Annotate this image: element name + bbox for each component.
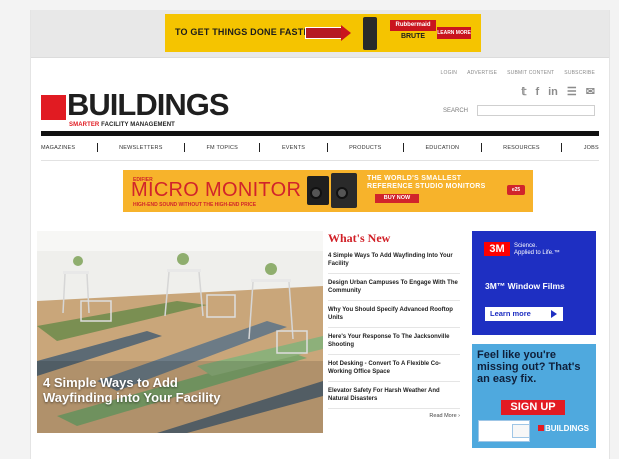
search-input[interactable]	[477, 105, 595, 116]
list-item[interactable]: Design Urban Campuses To Engage With The…	[328, 279, 460, 301]
arrow-right-icon	[341, 25, 351, 41]
speaker-image	[307, 176, 329, 205]
nav-rule-bottom	[41, 160, 599, 161]
search-label: SEARCH	[443, 108, 469, 114]
top-ad-product-image	[363, 17, 377, 50]
read-more-link[interactable]: Read More ›	[328, 413, 460, 419]
sign-up-button[interactable]: SIGN UP	[501, 400, 565, 415]
top-ad-brand-main: BRUTE	[400, 33, 426, 40]
top-ad-arrow-bar	[305, 27, 343, 39]
3m-slogan-line2: Applied to Life.™	[514, 250, 560, 256]
hero-caption[interactable]: 4 Simple Ways to Add Wayfinding into You…	[43, 375, 223, 405]
site-logo[interactable]: BUILDINGS	[67, 89, 229, 121]
main-nav: MAGAZINES NEWSLETTERS FM TOPICS EVENTS P…	[41, 143, 599, 152]
nav-item-education[interactable]: EDUCATION	[425, 145, 459, 151]
3m-learn-more-label: Learn more	[490, 309, 531, 318]
nav-divider	[259, 143, 261, 152]
list-item[interactable]: Here's Your Response To The Jacksonville…	[328, 333, 460, 355]
speaker-cone-icon	[310, 187, 322, 199]
3m-product-name: 3M™ Window Films	[485, 281, 565, 291]
signup-ad-logo: BUILDINGS	[538, 424, 589, 433]
list-item[interactable]: Elevator Safety For Harsh Weather And Na…	[328, 387, 460, 409]
nav-divider	[96, 143, 98, 152]
mm-ad-subtitle: HIGH-END SOUND WITHOUT THE HIGH-END PRIC…	[133, 202, 257, 208]
facebook-icon[interactable]: f	[535, 86, 539, 98]
logo-tagline-highlight: SMARTER	[69, 122, 100, 128]
3m-slogan-line1: Science.	[514, 243, 538, 249]
list-item[interactable]: 4 Simple Ways To Add Wayfinding Into You…	[328, 252, 460, 274]
mm-ad-buy-button[interactable]: BUY NOW	[375, 194, 419, 203]
newsletter-signup-ad[interactable]: Feel like you're missing out? That's an …	[472, 344, 596, 448]
logo-tagline-rest: FACILITY MANAGEMENT	[101, 122, 175, 128]
nav-item-magazines[interactable]: MAGAZINES	[41, 145, 75, 151]
tablet-image	[512, 424, 530, 438]
utility-nav: LOGIN ADVERTISE SUBMIT CONTENT SUBSCRIBE	[441, 70, 595, 76]
top-ad-text: TO GET THINGS DONE FASTER	[175, 27, 317, 37]
nav-item-products[interactable]: PRODUCTS	[349, 145, 381, 151]
rss-icon[interactable]: ☰	[567, 86, 577, 98]
logo-mark[interactable]	[41, 95, 66, 120]
top-ad-band: TO GET THINGS DONE FASTER Rubbermaid BRU…	[31, 10, 609, 58]
3m-logo: 3M	[484, 242, 510, 256]
play-arrow-icon	[551, 310, 557, 318]
signup-ad-headline: Feel like you're missing out? That's an …	[477, 349, 581, 385]
nav-divider	[480, 143, 482, 152]
whats-new-list: 4 Simple Ways To Add Wayfinding Into You…	[328, 252, 460, 409]
nav-divider	[402, 143, 404, 152]
top-ad-brand-top: Rubbermaid	[390, 20, 436, 31]
nav-item-jobs[interactable]: JOBS	[584, 145, 599, 151]
linkedin-icon[interactable]: in	[548, 86, 558, 98]
speaker-image	[331, 173, 357, 208]
3m-slogan: Science. Applied to Life.™	[514, 243, 560, 257]
social-icons: 𝕥 f in ☰ ✉	[521, 86, 595, 98]
page: TO GET THINGS DONE FASTER Rubbermaid BRU…	[30, 10, 610, 459]
nav-divider	[561, 143, 563, 152]
top-ad-cta-button[interactable]: LEARN MORE	[437, 27, 471, 39]
3m-window-films-ad[interactable]: 3M Science. Applied to Life.™ 3M™ Window…	[472, 231, 596, 335]
signup-ad-logo-text: BUILDINGS	[545, 424, 589, 433]
nav-item-newsletters[interactable]: NEWSLETTERS	[119, 145, 162, 151]
3m-learn-more-button[interactable]: Learn more	[485, 307, 563, 321]
whats-new-section: What's New 4 Simple Ways To Add Wayfindi…	[328, 231, 460, 419]
util-link-advertise[interactable]: ADVERTISE	[467, 70, 497, 76]
whats-new-heading: What's New	[328, 231, 391, 245]
nav-item-resources[interactable]: RESOURCES	[503, 145, 540, 151]
top-ad-brand: Rubbermaid BRUTE	[390, 20, 436, 41]
util-link-subscribe[interactable]: SUBSCRIBE	[564, 70, 595, 76]
list-item[interactable]: Hot Desking - Convert To A Flexible Co-W…	[328, 360, 460, 382]
nav-divider	[326, 143, 328, 152]
micro-monitor-ad[interactable]: EDIFIER MICRO MONITOR HIGH-END SOUND WIT…	[123, 170, 533, 212]
top-banner-ad[interactable]: TO GET THINGS DONE FASTER Rubbermaid BRU…	[165, 14, 481, 52]
main-nav-rule	[41, 131, 599, 136]
mm-ad-title: MICRO MONITOR	[131, 179, 302, 201]
hero-feature[interactable]: 4 Simple Ways to Add Wayfinding into You…	[37, 231, 323, 433]
speaker-cone-icon	[336, 187, 348, 199]
util-link-login[interactable]: LOGIN	[441, 70, 458, 76]
mm-ad-logo: e25	[507, 185, 525, 195]
nav-divider	[184, 143, 186, 152]
twitter-icon[interactable]: 𝕥	[521, 86, 526, 98]
logo-tagline: SMARTER FACILITY MANAGEMENT	[69, 122, 175, 128]
email-icon[interactable]: ✉	[586, 86, 595, 98]
list-item[interactable]: Why You Should Specify Advanced Rooftop …	[328, 306, 460, 328]
util-link-submit-content[interactable]: SUBMIT CONTENT	[507, 70, 554, 76]
mm-ad-tagline: THE WORLD'S SMALLEST REFERENCE STUDIO MO…	[367, 175, 486, 190]
nav-item-fm-topics[interactable]: FM TOPICS	[206, 145, 238, 151]
logo-square-icon	[538, 425, 544, 431]
nav-item-events[interactable]: EVENTS	[282, 145, 305, 151]
